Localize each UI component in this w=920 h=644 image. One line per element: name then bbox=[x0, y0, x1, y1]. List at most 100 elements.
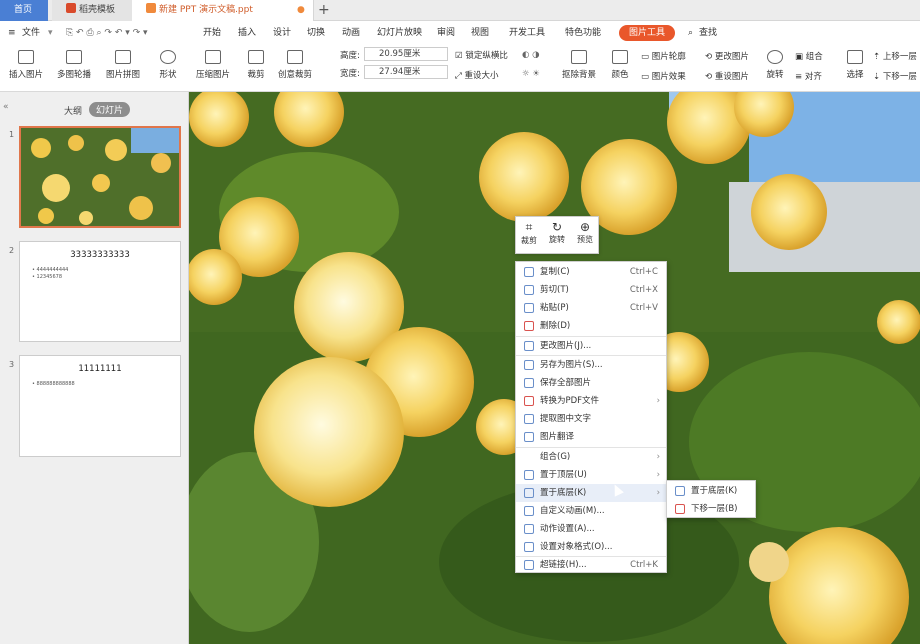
tab-slides[interactable]: 幻灯片 bbox=[89, 102, 131, 117]
context-menu-item-copy[interactable]: 复制(C) Ctrl+C bbox=[516, 263, 666, 281]
height-input[interactable]: 20.95厘米 bbox=[364, 47, 448, 61]
context-menu-item-convert-pdf[interactable]: 转换为PDF文件 › bbox=[516, 392, 666, 410]
color-button[interactable]: 颜色 bbox=[608, 50, 632, 80]
menu-item-3[interactable]: 切换 bbox=[307, 22, 325, 44]
context-menu-item-save-as-picture[interactable]: 另存为图片(S)... bbox=[516, 356, 666, 374]
remove-background-button[interactable]: 抠除背景 bbox=[560, 50, 598, 80]
rotate-label: 旋转 bbox=[766, 70, 784, 80]
shape-button[interactable]: 形状 bbox=[156, 50, 180, 80]
menu-item-label: 置于底层(K) bbox=[540, 488, 587, 498]
select-button[interactable]: 选择 bbox=[843, 50, 867, 80]
menu-hamburger-icon[interactable]: ≡ bbox=[8, 22, 16, 44]
menu-item-shortcut: Ctrl+K bbox=[630, 560, 658, 570]
lock-ratio-checkbox[interactable]: ☑ 锁定纵横比 bbox=[455, 49, 508, 61]
crop-icon: ⌗ bbox=[525, 220, 533, 234]
slide-bullet: • 4444444444 bbox=[32, 267, 69, 273]
mini-crop-button[interactable]: ⌗ 裁剪 bbox=[516, 220, 542, 246]
save-all-icon bbox=[524, 378, 534, 388]
group-button[interactable]: ▣ 组合 bbox=[795, 50, 823, 62]
send-backward-button[interactable]: ⇣ 下移一层 bbox=[873, 70, 920, 82]
width-input[interactable]: 27.94厘米 bbox=[364, 65, 448, 79]
collapse-panel-icon[interactable]: « bbox=[3, 102, 9, 112]
compress-picture-button[interactable]: 压缩图片 bbox=[195, 50, 231, 80]
multi-outline-button[interactable]: 多图轮播 bbox=[54, 50, 94, 80]
slide-thumbnail-1[interactable] bbox=[19, 126, 181, 228]
menu-item-9[interactable]: 特色功能 bbox=[565, 22, 601, 44]
menu-item-0[interactable]: 开始 bbox=[203, 22, 221, 44]
align-button[interactable]: ≡ 对齐 bbox=[795, 70, 822, 82]
reset-picture-button[interactable]: ⟲ 重设图片 bbox=[705, 70, 749, 82]
context-menu-item-hyperlink[interactable]: 超链接(H)... Ctrl+K bbox=[516, 556, 666, 574]
cut-icon bbox=[524, 285, 534, 295]
quick-access-icons[interactable]: ⎘ ↶ ⎙ ⌕ ↷ ↶ ▾ ↷ ▾ bbox=[66, 22, 148, 44]
crop-label: 裁剪 bbox=[247, 70, 265, 80]
contrast-icons[interactable]: ◐ ◑ bbox=[522, 50, 540, 60]
tab-document[interactable]: 新建 PPT 演示文稿.ppt ● bbox=[132, 0, 314, 21]
context-menu-item-change-picture[interactable]: 更改图片(J)... bbox=[516, 337, 666, 355]
change-picture-icon bbox=[524, 341, 534, 351]
tab-daoke-label: 稻壳模板 bbox=[79, 5, 116, 15]
daoke-logo-icon bbox=[66, 3, 76, 13]
creative-crop-button[interactable]: 创意裁剪 bbox=[275, 50, 315, 80]
submenu-item-send-to-back[interactable]: 置于底层(K) bbox=[667, 482, 755, 500]
color-icon bbox=[612, 50, 628, 64]
bring-forward-button[interactable]: ⇡ 上移一层 bbox=[873, 50, 920, 62]
menu-item-6[interactable]: 审阅 bbox=[437, 22, 455, 44]
search-icon[interactable]: ⌕ bbox=[688, 22, 693, 44]
menu-search[interactable]: 查找 bbox=[699, 22, 717, 44]
picture-outline-button[interactable]: ▭ 图片轮廓 bbox=[641, 50, 686, 62]
menu-file-chevron-icon[interactable]: ▾ bbox=[48, 22, 53, 44]
menu-item-4[interactable]: 动画 bbox=[342, 22, 360, 44]
context-menu-item-format-object[interactable]: 设置对象格式(O)... bbox=[516, 538, 666, 556]
mini-rotate-button[interactable]: ↻ 旋转 bbox=[544, 220, 570, 245]
mini-preview-button[interactable]: ⊕ 预览 bbox=[572, 220, 598, 245]
menu-item-label: 超链接(H)... bbox=[540, 560, 587, 570]
context-menu-item-action-settings[interactable]: 动作设置(A)... bbox=[516, 520, 666, 538]
select-icon bbox=[847, 50, 863, 64]
reset-size-button[interactable]: ⤢ 重设大小 bbox=[455, 69, 499, 81]
menu-item-5[interactable]: 幻灯片放映 bbox=[377, 22, 422, 44]
slide-bullet: • 888888888888 bbox=[32, 381, 75, 387]
context-menu-item-send-to-back[interactable]: 置于底层(K) › bbox=[516, 484, 666, 502]
paste-icon bbox=[524, 303, 534, 313]
rotate-button[interactable]: 旋转 bbox=[764, 50, 786, 80]
context-menu-item-group[interactable]: 组合(G) › bbox=[516, 448, 666, 466]
context-menu-item-cut[interactable]: 剪切(T) Ctrl+X bbox=[516, 281, 666, 299]
context-menu-item-translate[interactable]: 图片翻译 bbox=[516, 428, 666, 446]
slide-thumbnail-2[interactable]: 33333333333 • 4444444444 • 12345678 bbox=[19, 241, 181, 342]
slide-thumbnail-3[interactable]: 11111111 • 888888888888 bbox=[19, 355, 181, 457]
tab-home[interactable]: 首页 bbox=[0, 0, 48, 21]
menu-item-8[interactable]: 开发工具 bbox=[509, 22, 545, 44]
context-menu-item-extract-text[interactable]: 提取图中文字 bbox=[516, 410, 666, 428]
new-tab-button[interactable]: + bbox=[318, 0, 330, 20]
context-menu-item-bring-to-front[interactable]: 置于顶层(U) › bbox=[516, 466, 666, 484]
context-menu-item-custom-animation[interactable]: 自定义动画(M)... bbox=[516, 502, 666, 520]
change-picture-button[interactable]: ⟲ 更改图片 bbox=[705, 50, 749, 62]
menu-item-2[interactable]: 设计 bbox=[273, 22, 291, 44]
menu-item-label: 删除(D) bbox=[540, 321, 571, 331]
brightness-icons[interactable]: ☼ ☀ bbox=[522, 69, 540, 79]
tab-outline[interactable]: 大纲 bbox=[64, 104, 82, 117]
menu-picture-tools[interactable]: 图片工具 bbox=[619, 25, 676, 41]
context-menu: 复制(C) Ctrl+C 剪切(T) Ctrl+X 粘贴(P) Ctrl+V 删除(D… bbox=[515, 261, 667, 573]
crop-button[interactable]: 裁剪 bbox=[245, 50, 267, 80]
picture-effect-button[interactable]: ▭ 图片效果 bbox=[641, 70, 686, 82]
tab-daoke-templates[interactable]: 稻壳模板 bbox=[52, 0, 132, 21]
picture-collage-button[interactable]: 图片拼图 bbox=[104, 50, 142, 80]
context-menu-item-save-all-pictures[interactable]: 保存全部图片 bbox=[516, 374, 666, 392]
rotate-icon bbox=[767, 50, 783, 64]
menu-item-1[interactable]: 插入 bbox=[238, 22, 256, 44]
context-menu-item-paste[interactable]: 粘贴(P) Ctrl+V bbox=[516, 299, 666, 317]
menu-item-label: 剪切(T) bbox=[540, 285, 569, 295]
context-menu-item-delete[interactable]: 删除(D) bbox=[516, 317, 666, 335]
format-icon bbox=[524, 542, 534, 552]
slide-number: 3 bbox=[9, 360, 15, 369]
menu-item-7[interactable]: 视图 bbox=[471, 22, 489, 44]
insert-picture-button[interactable]: 插入图片 bbox=[6, 50, 46, 80]
submenu-item-send-backward[interactable]: 下移一层(B) bbox=[667, 500, 755, 518]
select-label: 选择 bbox=[846, 70, 864, 80]
slide-panel: « 大纲 幻灯片 1 2 33333333333 • 4444444444 • … bbox=[0, 92, 189, 644]
shape-icon bbox=[160, 50, 176, 64]
send-to-back-icon bbox=[524, 488, 534, 498]
menu-file[interactable]: 文件 bbox=[22, 22, 40, 44]
